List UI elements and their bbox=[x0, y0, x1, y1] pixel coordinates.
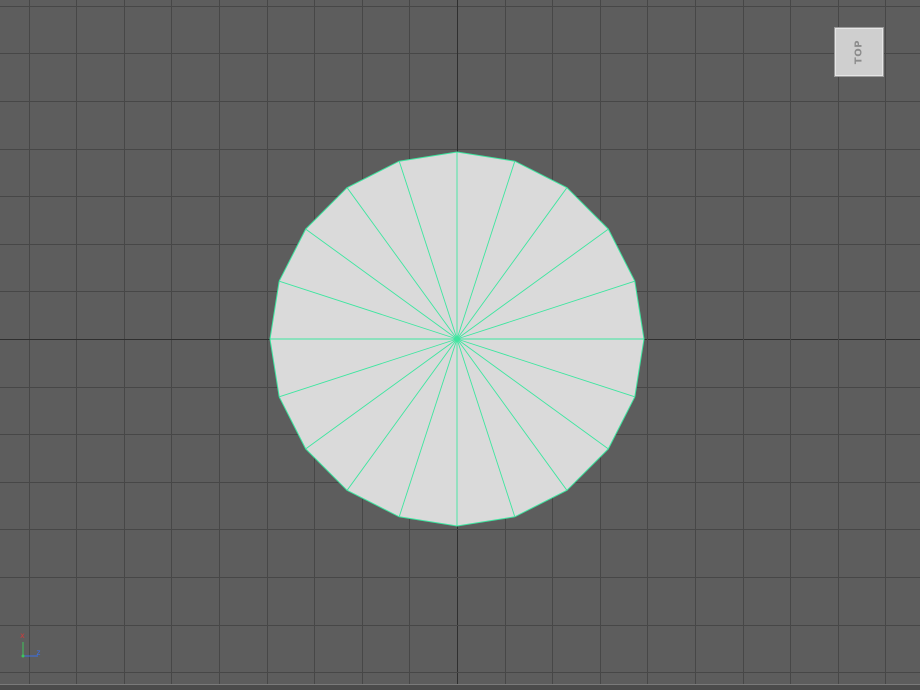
axis-gizmo-icon: x z bbox=[14, 630, 50, 662]
disc-mesh[interactable] bbox=[269, 151, 645, 527]
view-cube-label: TOP bbox=[853, 39, 865, 65]
view-cube-icon[interactable]: TOP bbox=[835, 28, 883, 76]
disc-center-vertex bbox=[455, 337, 459, 341]
viewport-canvas[interactable] bbox=[0, 0, 920, 690]
axis-z-label: z bbox=[36, 648, 41, 657]
axis-x-label: x bbox=[20, 631, 25, 640]
viewport-top[interactable]: TOP x z bbox=[0, 0, 920, 690]
viewport-bottom-edge bbox=[0, 684, 920, 690]
